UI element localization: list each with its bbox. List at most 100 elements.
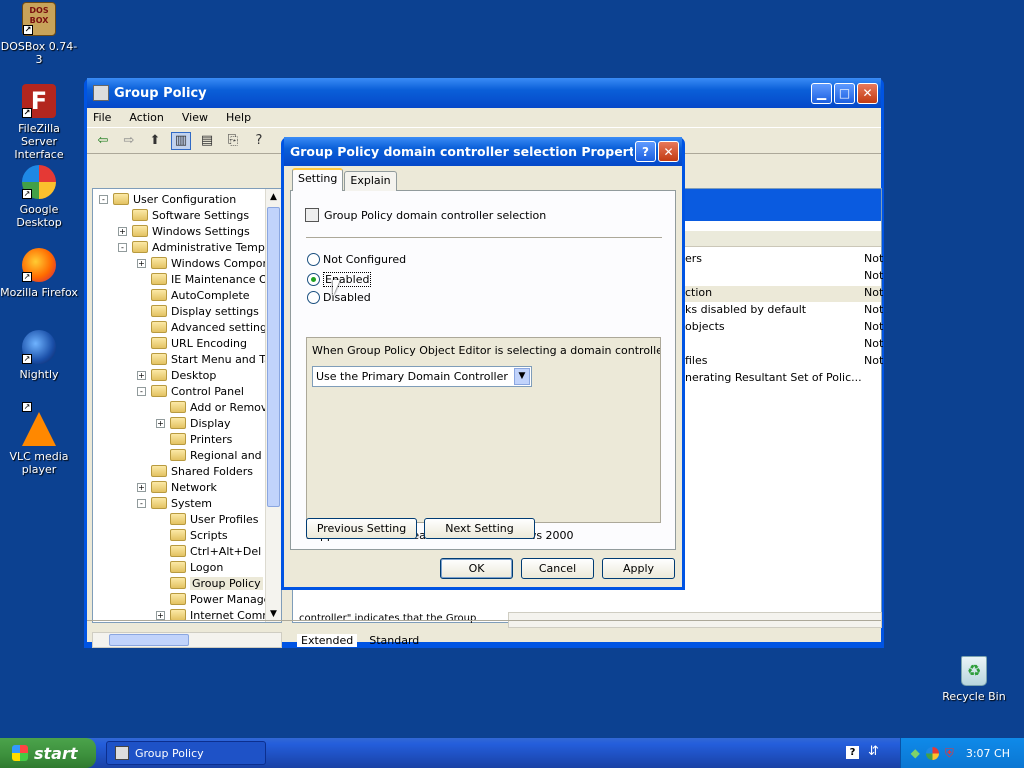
list-item-name: nerating Resultant Set of Polic... [685, 371, 862, 384]
help-tray-icon[interactable]: ? [846, 746, 859, 759]
menu-help[interactable]: Help [226, 111, 251, 124]
apply-button[interactable]: Apply [602, 558, 675, 579]
taskbar-item-group-policy[interactable]: Group Policy [106, 741, 266, 765]
forward-arrow-icon: ⇨ [123, 133, 135, 148]
tree-node[interactable]: + Desktop [137, 367, 216, 383]
tree-node[interactable]: IE Maintenance Onl [137, 271, 278, 287]
menu-view[interactable]: View [182, 111, 208, 124]
desktop-icon-label: Mozilla Firefox [0, 286, 78, 299]
security-shield-icon[interactable]: ⛨ [945, 746, 954, 761]
export-list-button[interactable]: ⎘ [223, 132, 243, 150]
folder-icon [132, 241, 148, 253]
cancel-button[interactable]: Cancel [521, 558, 594, 579]
scroll-thumb[interactable] [267, 207, 280, 507]
desktop-icon-nightly[interactable]: ↗ Nightly [0, 330, 78, 381]
dc-selection-dropdown[interactable]: Use the Primary Domain Controller ▼ [312, 366, 532, 387]
filezilla-icon: F ↗ [22, 84, 56, 118]
tree-node[interactable]: + Display [156, 415, 231, 431]
expand-icon[interactable]: + [118, 226, 127, 236]
collapse-icon[interactable]: - [99, 194, 108, 204]
tree-node[interactable]: Regional and La [156, 447, 278, 463]
tree-node[interactable]: Shared Folders [137, 463, 253, 479]
show-hide-tree-button[interactable]: ▥ [171, 131, 191, 150]
help-toolbar-button[interactable]: ? [249, 132, 269, 150]
tree-node[interactable]: - User Configuration [99, 191, 236, 207]
tree-node[interactable]: Advanced settings [137, 319, 273, 335]
tree-node[interactable]: - Control Panel [137, 383, 244, 399]
desktop-icon-filezilla[interactable]: F ↗ FileZilla Server Interface [0, 84, 78, 161]
tree-node[interactable]: + Windows Componer [137, 255, 281, 271]
collapse-icon[interactable]: - [137, 386, 146, 396]
tree-vertical-scrollbar[interactable]: ▲ ▼ [265, 189, 281, 622]
previous-setting-button[interactable]: Previous Setting [306, 518, 417, 539]
tab-explain[interactable]: Explain [344, 171, 397, 191]
tree-node-label: IE Maintenance Onl [171, 272, 278, 286]
google-desktop-tray-icon[interactable] [925, 746, 939, 760]
expand-icon[interactable]: + [137, 258, 146, 268]
chevron-down-icon[interactable]: ▼ [514, 368, 530, 385]
folder-icon [151, 481, 167, 493]
setting-name: Group Policy domain controller selection [324, 208, 547, 222]
tree-pane-icon: ▥ [174, 133, 188, 148]
close-icon: ✕ [663, 144, 674, 159]
tree-node[interactable]: + Network [137, 479, 217, 495]
up-one-level-button[interactable]: ⬆ [145, 132, 165, 150]
dialog-help-button[interactable]: ? [635, 141, 656, 162]
folder-icon [151, 273, 167, 285]
tab-setting[interactable]: Setting [292, 168, 344, 191]
expand-icon[interactable]: + [156, 610, 165, 620]
tree-node[interactable]: - Administrative Template [118, 239, 281, 255]
tree-node[interactable]: Power Manager [156, 591, 275, 607]
tree-node[interactable]: Ctrl+Alt+Del Op [156, 543, 280, 559]
desktop-icon-vlc[interactable]: ↗ VLC media player [0, 402, 78, 476]
collapse-icon[interactable]: - [118, 242, 127, 252]
desktop-icon-dosbox[interactable]: DOS BOX ↗ DOSBox 0.74-3 [0, 2, 78, 66]
tree-node[interactable]: Printers [156, 431, 232, 447]
back-button[interactable]: ⇦ [93, 132, 113, 150]
console-tree[interactable]: - User Configuration Software Settings + Win… [92, 188, 282, 623]
properties-button[interactable]: ▤ [197, 132, 217, 150]
desktop-icon-recycle-bin[interactable]: ♻ Recycle Bin [935, 656, 1013, 703]
desktop-icon-firefox[interactable]: ↗ Mozilla Firefox [0, 248, 78, 299]
tree-node[interactable]: - System [137, 495, 212, 511]
network-tray-icon[interactable]: ⇵ [868, 744, 879, 759]
tree-node[interactable]: Display settings [137, 303, 259, 319]
tree-node[interactable]: + Windows Settings [118, 223, 250, 239]
expand-icon[interactable]: + [137, 482, 146, 492]
tree-node[interactable]: Add or Remove [156, 399, 274, 415]
tray-app-icon[interactable]: ◆ [911, 746, 920, 760]
tree-node[interactable]: User Profiles [156, 511, 259, 527]
scroll-up-icon[interactable]: ▲ [266, 189, 281, 205]
dosbox-icon: DOS BOX ↗ [22, 2, 56, 36]
dialog-close-button[interactable]: ✕ [658, 141, 679, 162]
radio-circle-selected [307, 273, 320, 286]
tree-node[interactable]: URL Encoding [137, 335, 247, 351]
expand-icon[interactable]: + [156, 418, 165, 428]
menu-file[interactable]: File [93, 111, 111, 124]
list-item-name: ks disabled by default [685, 303, 807, 316]
desktop-icon-label: FileZilla Server Interface [14, 122, 64, 161]
folder-icon [151, 465, 167, 477]
tree-node[interactable]: Start Menu and Tas [137, 351, 277, 367]
dialog-titlebar[interactable]: Group Policy domain controller selection… [284, 137, 682, 166]
forward-button[interactable]: ⇨ [119, 132, 139, 150]
collapse-icon[interactable]: - [137, 498, 146, 508]
desktop-icon-google-desktop[interactable]: ↗ Google Desktop [0, 165, 78, 229]
tree-node[interactable]: AutoComplete [137, 287, 250, 303]
close-button[interactable]: ✕ [857, 82, 878, 104]
minimize-button[interactable]: ▁ [811, 82, 832, 104]
radio-circle [307, 291, 320, 304]
clock: 3:07 CH [965, 746, 1010, 760]
next-setting-button[interactable]: Next Setting [424, 518, 535, 539]
tree-node[interactable]: Scripts [156, 527, 228, 543]
start-button[interactable]: start [0, 738, 96, 768]
expand-icon[interactable]: + [137, 370, 146, 380]
tree-node[interactable]: Logon [156, 559, 223, 575]
menu-action[interactable]: Action [129, 111, 163, 124]
ok-button[interactable]: OK [440, 558, 513, 579]
tree-node[interactable]: Software Settings [118, 207, 249, 223]
tree-node[interactable]: Group Policy [156, 575, 263, 591]
maximize-button[interactable]: □ [834, 82, 855, 104]
window-titlebar[interactable]: Group Policy ▁ □ ✕ [87, 78, 881, 108]
radio-not-configured[interactable]: Not Configured [307, 253, 406, 266]
